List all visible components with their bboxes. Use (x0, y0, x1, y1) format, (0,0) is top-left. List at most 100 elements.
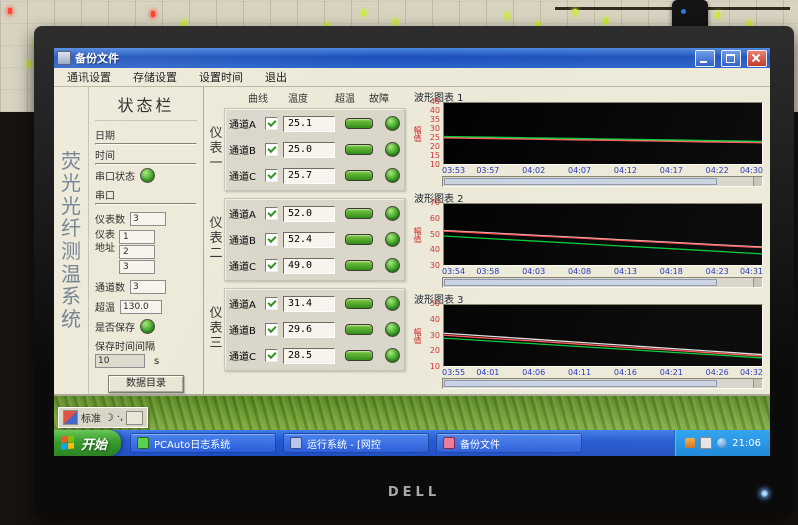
chart-plot-area (443, 102, 763, 165)
ime-logo-icon[interactable] (63, 410, 78, 425)
channel-label: 通道B (229, 232, 262, 247)
meter-address-label: 仪表 地址 (95, 230, 115, 274)
curve-checkbox[interactable] (265, 169, 278, 182)
curve-checkbox[interactable] (265, 207, 278, 220)
taskbar-task-3[interactable]: 备份文件 (436, 433, 582, 453)
app-client-area: 荧光光纤测温系统 状态栏 日期 2016年7月16日 时间 21:04:33 串… (54, 87, 770, 396)
meter-address-input-1[interactable]: 1 (119, 230, 155, 244)
scrollbar-thumb[interactable] (444, 380, 717, 387)
monitor-brand-logo: DELL (34, 485, 794, 500)
x-tick-label: 03:55 (442, 368, 465, 377)
curve-checkbox[interactable] (265, 117, 278, 130)
ime-mode-label[interactable]: 标准 (81, 410, 101, 425)
curve-checkbox[interactable] (265, 323, 278, 336)
save-toggle-led[interactable] (140, 319, 155, 334)
curve-checkbox[interactable] (265, 143, 278, 156)
ime-punctuation-icon[interactable]: ·, (117, 412, 123, 423)
instrument-name: 仪表一 (208, 127, 224, 172)
x-tick-label: 04:22 (706, 166, 729, 175)
channel-count-input[interactable]: 3 (130, 280, 166, 294)
ime-keyboard-icon[interactable] (126, 411, 143, 425)
taskbar: 开始 PCAuto日志系统运行系统 - [网控备份文件 21:06 (54, 430, 770, 456)
chart-plot-area (443, 304, 763, 367)
tray-language-icon[interactable] (700, 437, 712, 449)
meter-address-list: 123 (119, 230, 155, 274)
x-tick-label: 04:30 (740, 166, 763, 175)
x-tick-label: 04:31 (740, 267, 763, 276)
x-axis: 03:5504:0104:0604:1104:1604:2104:2604:32 (442, 367, 763, 378)
channel-row: 通道B52.4 (229, 229, 400, 250)
instrument-panel: 通道A25.1通道B25.0通道C25.7 (224, 108, 405, 191)
monitor-bezel: 备份文件 通讯设置存储设置设置时间退出 荧光光纤测温系统 状态栏 日期 2016… (34, 26, 794, 514)
channel-readouts: 曲线温度超温故障 仪表一通道A25.1通道B25.0通道C25.7仪表二通道A5… (204, 87, 410, 394)
menu-item-3[interactable]: 设置时间 (188, 68, 254, 86)
channel-label: 通道B (229, 322, 262, 337)
temperature-value: 25.0 (283, 142, 335, 158)
tray-app-icon[interactable] (685, 438, 695, 448)
x-tick-label: 04:16 (614, 368, 637, 377)
serial-status-label: 串口状态 (95, 168, 135, 183)
meter-address-input-2[interactable]: 2 (119, 245, 155, 259)
screen: 备份文件 通讯设置存储设置设置时间退出 荧光光纤测温系统 状态栏 日期 2016… (54, 48, 770, 456)
curve-checkbox[interactable] (265, 349, 278, 362)
start-button[interactable]: 开始 (54, 430, 121, 456)
curve-checkbox[interactable] (265, 297, 278, 310)
channel-row: 通道C28.5 (229, 345, 400, 366)
overtemp-input[interactable]: 130.0 (120, 300, 162, 314)
ime-fullwidth-icon[interactable]: ☽ (104, 412, 114, 423)
waveform-chart-2: 波形图表 2幅值304050607003:5403:5804:0304:0804… (412, 190, 763, 288)
waveform-charts: 波形图表 1幅值101520253035404503:5303:5704:020… (410, 87, 770, 394)
taskbar-task-1[interactable]: PCAuto日志系统 (130, 433, 276, 453)
meter-count-input[interactable]: 3 (130, 212, 166, 226)
x-tick-label: 03:58 (476, 267, 499, 276)
serial-port-select[interactable]: I/O COM9 (95, 203, 197, 205)
meter-address-input-3[interactable]: 3 (119, 260, 155, 274)
menu-item-2[interactable]: 存储设置 (122, 68, 188, 86)
window-title: 备份文件 (75, 50, 689, 66)
x-tick-label: 03:53 (442, 166, 465, 175)
chart-scrollbar[interactable] (442, 378, 763, 389)
app-icon (57, 51, 71, 65)
tray-volume-icon[interactable] (717, 438, 727, 448)
chart-body: 幅值1015202530354045 (412, 102, 763, 165)
date-value: 2016年7月16日 (95, 143, 197, 145)
y-tick-label: 10 (430, 363, 440, 371)
maximize-icon[interactable] (721, 50, 741, 67)
channel-header-3: 超温 (335, 90, 355, 104)
fault-led (385, 258, 400, 273)
temperature-value: 28.5 (283, 348, 335, 364)
fault-led (385, 348, 400, 363)
y-tick-label: 60 (430, 215, 440, 223)
x-tick-label: 04:18 (660, 267, 683, 276)
y-tick-label: 50 (430, 231, 440, 239)
indicator-led (27, 61, 31, 67)
y-tick-label: 30 (430, 125, 440, 133)
chart-scrollbar[interactable] (442, 277, 763, 288)
minimize-icon[interactable] (695, 50, 715, 67)
data-directory-button[interactable]: 数据目录 (108, 375, 184, 393)
fault-led (385, 232, 400, 247)
x-tick-label: 04:08 (568, 267, 591, 276)
fault-led (385, 168, 400, 183)
scrollbar-thumb[interactable] (444, 178, 717, 185)
x-tick-label: 03:57 (476, 166, 499, 175)
save-interval-label: 保存时间间隔 (95, 338, 197, 353)
chart-title: 波形图表 1 (412, 89, 763, 102)
desktop-wallpaper: 标准 ☽ ·, (54, 396, 770, 430)
scrollbar-thumb[interactable] (444, 279, 717, 286)
indicator-led (716, 12, 720, 18)
curve-checkbox[interactable] (265, 233, 278, 246)
close-icon[interactable] (747, 50, 767, 67)
instrument-panel: 通道A31.4通道B29.6通道C28.5 (224, 288, 405, 371)
indicator-led (362, 10, 366, 16)
menu-item-1[interactable]: 通讯设置 (56, 68, 122, 86)
curve-checkbox[interactable] (265, 259, 278, 272)
x-tick-label: 04:07 (568, 166, 591, 175)
io-icon: I/O (99, 203, 109, 205)
x-tick-label: 04:13 (614, 267, 637, 276)
chart-scrollbar[interactable] (442, 176, 763, 187)
menu-item-4[interactable]: 退出 (254, 68, 298, 86)
taskbar-task-2[interactable]: 运行系统 - [网控 (283, 433, 429, 453)
save-interval-input[interactable]: 10 (95, 354, 145, 368)
x-tick-label: 03:54 (442, 267, 465, 276)
